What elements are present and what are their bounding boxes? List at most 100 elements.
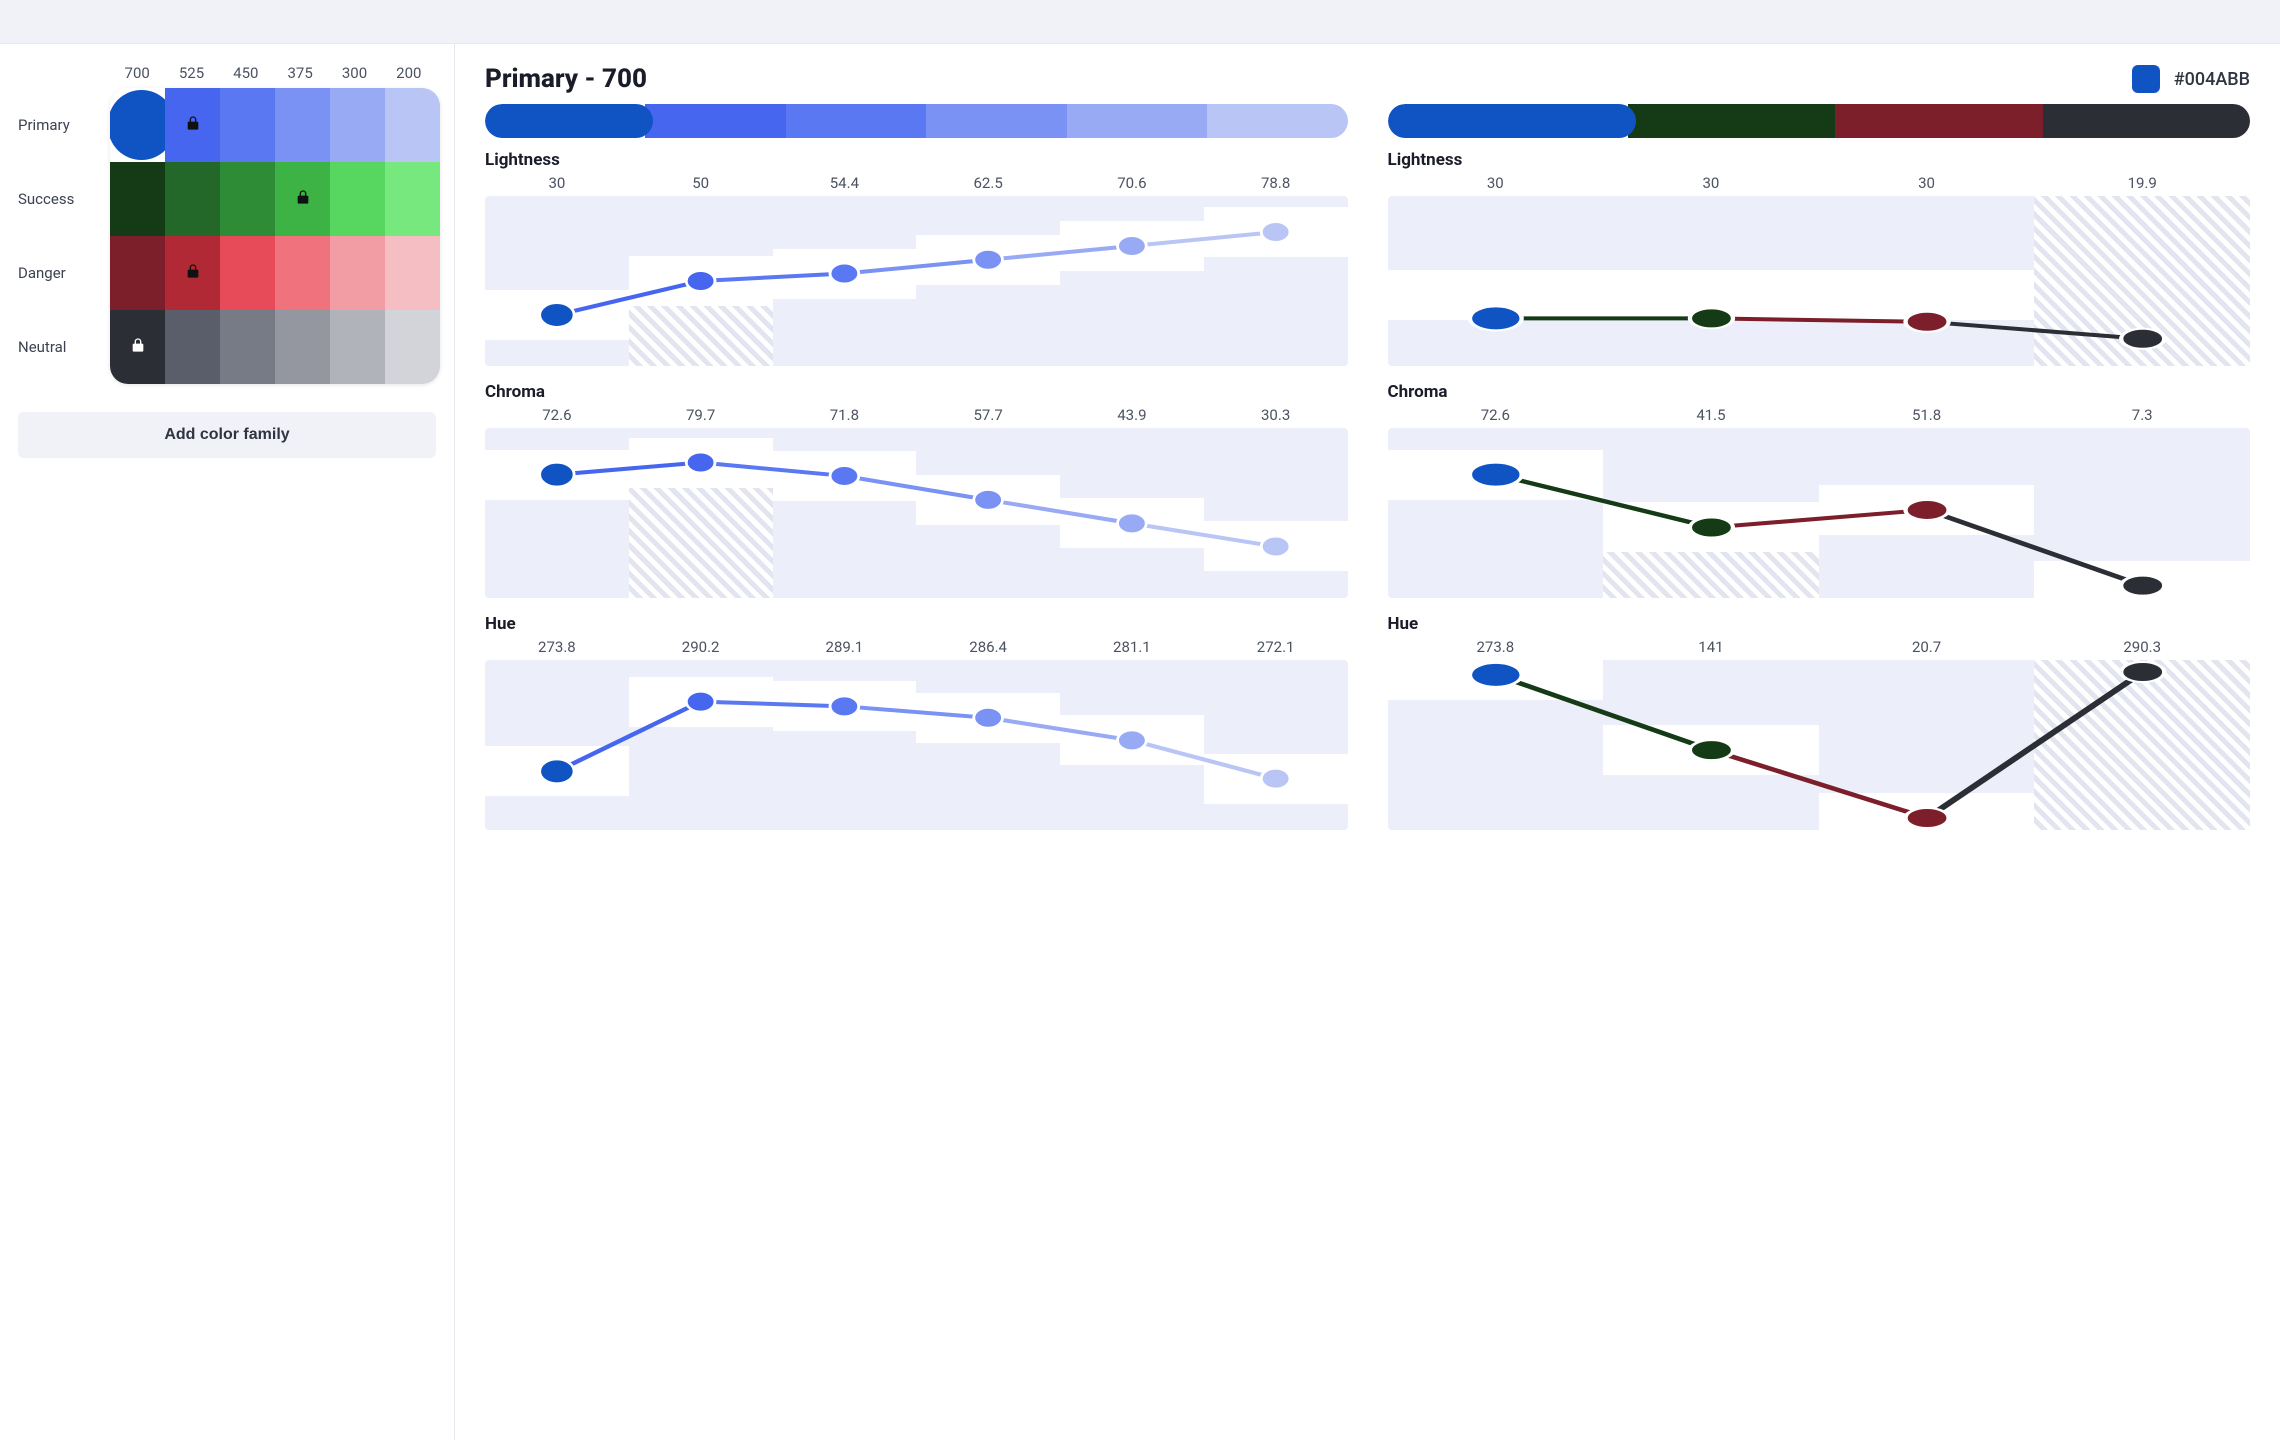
chroma-chart-families: Chroma 72.641.551.87.3 (1388, 382, 2251, 598)
palette-cell[interactable] (330, 162, 385, 236)
chart-point[interactable] (1905, 808, 1948, 828)
page-title: Primary - 700 (485, 64, 647, 94)
chart-point[interactable] (1261, 222, 1290, 242)
strip-swatch[interactable] (1835, 104, 2042, 138)
palette-cell[interactable] (275, 236, 330, 310)
palette-cell[interactable] (165, 162, 220, 236)
chart-point[interactable] (2121, 329, 2164, 349)
strip-swatch[interactable] (1067, 104, 1207, 138)
palette-cell[interactable] (110, 88, 165, 162)
chart-value-cell: 71.8 (773, 406, 917, 424)
chart-value-cell: 20.7 (1819, 638, 2035, 656)
chart-value-cell: 30.3 (1204, 406, 1348, 424)
chart-point[interactable] (830, 264, 859, 284)
chart-label: Hue (485, 614, 1348, 634)
chart-value-row: 72.679.771.857.743.930.3 (485, 406, 1348, 424)
chart-area[interactable] (1388, 428, 2251, 598)
palette-cell[interactable] (165, 310, 220, 384)
shade-header-cell: 300 (327, 64, 381, 82)
palette-cell[interactable] (220, 310, 275, 384)
strip-swatch[interactable] (2043, 104, 2250, 138)
chart-area[interactable] (485, 196, 1348, 366)
chart-point[interactable] (974, 250, 1003, 270)
chart-point[interactable] (1118, 236, 1147, 256)
chart-point[interactable] (1469, 663, 1521, 687)
palette-cell[interactable] (385, 88, 440, 162)
chart-label: Lightness (485, 150, 1348, 170)
chart-value-row: 72.641.551.87.3 (1388, 406, 2251, 424)
palette-cell[interactable] (385, 310, 440, 384)
palette-cell[interactable] (220, 162, 275, 236)
chart-area[interactable] (485, 660, 1348, 830)
chart-value-cell: 141 (1603, 638, 1819, 656)
chart-point[interactable] (1905, 500, 1948, 520)
strip-swatch[interactable] (645, 104, 785, 138)
palette-cell[interactable] (165, 88, 220, 162)
palette-cell[interactable] (385, 162, 440, 236)
chart-point[interactable] (540, 303, 575, 327)
hex-swatch[interactable] (2132, 65, 2160, 93)
chart-point[interactable] (974, 708, 1003, 728)
chart-point[interactable] (686, 453, 715, 473)
chart-label: Hue (1388, 614, 2251, 634)
chart-point[interactable] (1689, 308, 1732, 328)
chart-point[interactable] (830, 466, 859, 486)
palette-row-primary: Primary (110, 88, 440, 162)
strip-swatch[interactable] (1207, 104, 1347, 138)
palette-grid: PrimarySuccessDangerNeutral (110, 88, 440, 384)
chart-point[interactable] (1118, 730, 1147, 750)
chart-area[interactable] (485, 428, 1348, 598)
hex-value[interactable]: #004ABB (2174, 69, 2250, 90)
chart-value-cell: 19.9 (2034, 174, 2250, 192)
chart-point[interactable] (1469, 463, 1521, 487)
chart-point[interactable] (2121, 662, 2164, 682)
palette-cell[interactable] (275, 88, 330, 162)
chart-point[interactable] (540, 759, 575, 783)
strip-swatch[interactable] (485, 104, 653, 138)
chart-value-cell: 79.7 (629, 406, 773, 424)
chart-point[interactable] (1905, 312, 1948, 332)
strip-swatch[interactable] (1388, 104, 1637, 138)
chart-point[interactable] (686, 271, 715, 291)
chart-point[interactable] (1261, 536, 1290, 556)
palette-cell[interactable] (330, 236, 385, 310)
chart-value-cell: 289.1 (773, 638, 917, 656)
palette-cell[interactable] (275, 310, 330, 384)
chart-point[interactable] (1261, 769, 1290, 789)
lock-icon (185, 114, 201, 136)
strip-swatch[interactable] (1628, 104, 1835, 138)
lightness-chart-shades: Lightness 305054.462.570.678.8 (485, 150, 1348, 366)
chart-value-cell: 78.8 (1204, 174, 1348, 192)
chart-point[interactable] (974, 490, 1003, 510)
chart-point[interactable] (1469, 306, 1521, 330)
chart-point[interactable] (540, 463, 575, 487)
palette-cell[interactable] (220, 88, 275, 162)
strip-swatch[interactable] (786, 104, 926, 138)
chart-point[interactable] (1118, 513, 1147, 533)
chart-label: Chroma (485, 382, 1348, 402)
chart-point[interactable] (1689, 517, 1732, 537)
strip-swatch[interactable] (926, 104, 1066, 138)
palette-row-success: Success (110, 162, 440, 236)
palette-cell[interactable] (110, 310, 165, 384)
palette-cell[interactable] (110, 162, 165, 236)
palette-cell[interactable] (385, 236, 440, 310)
palette-cell[interactable] (330, 310, 385, 384)
palette-cell[interactable] (110, 236, 165, 310)
chart-point[interactable] (2121, 576, 2164, 596)
shade-header-cell: 450 (219, 64, 273, 82)
chart-area[interactable] (1388, 660, 2251, 830)
chart-point[interactable] (1689, 740, 1732, 760)
chart-point[interactable] (686, 692, 715, 712)
palette-cell[interactable] (220, 236, 275, 310)
chart-point[interactable] (830, 696, 859, 716)
chart-area[interactable] (1388, 196, 2251, 366)
chart-value-cell: 290.3 (2034, 638, 2250, 656)
palette-cell[interactable] (275, 162, 330, 236)
chart-value-cell: 54.4 (773, 174, 917, 192)
palette-cell[interactable] (330, 88, 385, 162)
palette-cell[interactable] (165, 236, 220, 310)
chart-value-row: 273.8290.2289.1286.4281.1272.1 (485, 638, 1348, 656)
add-color-family-button[interactable]: Add color family (18, 412, 436, 458)
chart-value-cell: 30 (1819, 174, 2035, 192)
